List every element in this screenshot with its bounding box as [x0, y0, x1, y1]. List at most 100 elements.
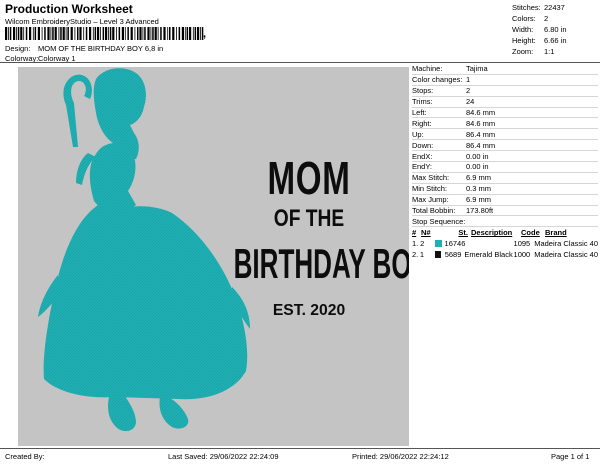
machine-info-row: Trims: 24: [412, 97, 598, 108]
info-value: 1: [466, 75, 471, 85]
info-label: EndY:: [412, 162, 433, 172]
barcode-bar: [85, 27, 88, 40]
barcode-bar: [16, 27, 17, 40]
machine-info-row: Up: 86.4 mm: [412, 129, 598, 141]
stop-needle: 2: [420, 239, 425, 249]
color-swatch: [435, 240, 442, 248]
divider-bottom: [0, 448, 600, 449]
barcode-bar: [154, 27, 157, 40]
divider-top: [0, 62, 600, 63]
barcode-bar: [67, 27, 69, 40]
barcode-bar: [25, 27, 28, 40]
barcode-bar: [189, 27, 192, 40]
stat-label: Colors:: [512, 14, 536, 23]
design-value: MOM OF THE BIRTHDAY BOY 6,8 in: [38, 44, 164, 53]
barcode-bar: [176, 27, 177, 40]
info-label: Max Stitch:: [412, 173, 450, 183]
barcode-bar: [200, 27, 201, 40]
info-label: Max Jump:: [412, 195, 449, 205]
barcode-bar: [150, 27, 152, 40]
barcode-bar: [20, 27, 23, 40]
stat-row: Colors: 2: [512, 13, 598, 24]
stat-value: 22437: [544, 3, 565, 12]
barcode-bar: [74, 27, 76, 40]
stat-row: Height: 6.66 in: [512, 35, 598, 46]
stat-row: Width: 6.80 in: [512, 24, 598, 35]
barcode-bar: [192, 27, 194, 40]
barcode-bar: [8, 27, 9, 40]
barcode-bar: [60, 27, 62, 40]
barcode-bar: [152, 27, 154, 40]
barcode-bar: [32, 27, 34, 40]
info-value: 0.3 mm: [466, 184, 492, 194]
barcode-bar: [65, 27, 67, 40]
worksheet-title: Production Worksheet: [5, 2, 133, 16]
info-label: Right:: [412, 118, 432, 128]
info-value: 6.9 mm: [466, 173, 492, 183]
stat-label: Height:: [512, 36, 536, 45]
machine-info-row: Down: 86.4 mm: [412, 140, 598, 152]
barcode-bar: [100, 27, 101, 40]
silhouette-figure: [38, 68, 250, 432]
design-text-mom: MOM: [267, 152, 351, 204]
barcode-bar: [181, 27, 184, 40]
barcode-bar: [47, 27, 50, 40]
barcode-bar: [89, 27, 92, 40]
barcode-bar: [77, 27, 79, 40]
software-name: Wilcom EmbroideryStudio – Level 3 Advanc…: [5, 17, 159, 26]
barcode-bar: [178, 27, 181, 40]
stop-code: 1000: [513, 250, 531, 260]
barcode-bar: [9, 27, 12, 40]
stop-needle: 1: [419, 250, 425, 260]
barcode-bar: [137, 27, 139, 40]
footer-printed: Printed: 29/06/2022 22:24:12: [352, 452, 449, 461]
machine-info-row: Min Stitch: 0.3 mm: [412, 184, 598, 195]
info-value: 0.00 in: [466, 151, 489, 161]
barcode-bar: [130, 27, 133, 40]
info-label: Trims:: [412, 97, 433, 107]
barcode-bar: [44, 27, 46, 40]
barcode-bar: [134, 27, 136, 40]
machine-info-row: Total Bobbin: 173.80ft: [412, 206, 598, 217]
info-value: 6.9 mm: [466, 195, 492, 205]
barcode-bar: [62, 27, 65, 40]
info-label: Up:: [412, 129, 424, 139]
stat-value: 6.80 in: [544, 25, 567, 34]
barcode-bar: [52, 27, 54, 40]
stop-stitches: 16746: [444, 239, 466, 249]
info-label: Total Bobbin:: [412, 206, 456, 216]
barcode-bar: [169, 27, 171, 40]
stop-sequence-label: Stop Sequence:: [412, 216, 598, 228]
info-label: EndX:: [412, 151, 433, 161]
barcode-bar: [29, 27, 32, 40]
info-value: 24: [466, 97, 475, 107]
info-value: 84.6 mm: [466, 118, 496, 128]
info-label: Min Stitch:: [412, 184, 448, 194]
stat-value: 1:1: [544, 47, 555, 56]
barcode-bar: [94, 27, 97, 40]
stat-label: Stitches:: [512, 3, 541, 12]
machine-info-row: Max Stitch: 6.9 mm: [412, 173, 598, 184]
machine-info-row: Machine: Tajima: [412, 64, 598, 75]
machine-info-row: EndY: 0.00 in: [412, 162, 598, 173]
barcode-bar: [109, 27, 112, 40]
barcode-bar: [116, 27, 117, 40]
barcode-bar: [147, 27, 150, 40]
design-label: Design:: [5, 44, 31, 53]
stat-label: Zoom:: [512, 47, 534, 56]
design-text-birthday-boy: BIRTHDAY BOY: [233, 240, 409, 287]
barcode-bar: [139, 27, 142, 40]
barcode-bar: [5, 27, 8, 40]
barcode-bar: [23, 27, 25, 40]
stat-label: Width:: [512, 25, 534, 34]
barcode-bar: [163, 27, 166, 40]
stat-row: Stitches: 22437: [512, 2, 598, 13]
stop-brand: Madeira Classic 40: [534, 239, 598, 249]
barcode-bar: [97, 27, 100, 40]
stats-panel: Stitches: 22437 Colors: 2 Width: 6.80 in Heigh…: [512, 2, 598, 57]
design-text-of-the: OF THE: [273, 205, 345, 232]
stat-row: Zoom: 1:1: [512, 46, 598, 57]
barcode-bar: [102, 27, 105, 40]
barcode-bar: [127, 27, 129, 40]
info-value: 86.4 mm: [466, 129, 496, 139]
